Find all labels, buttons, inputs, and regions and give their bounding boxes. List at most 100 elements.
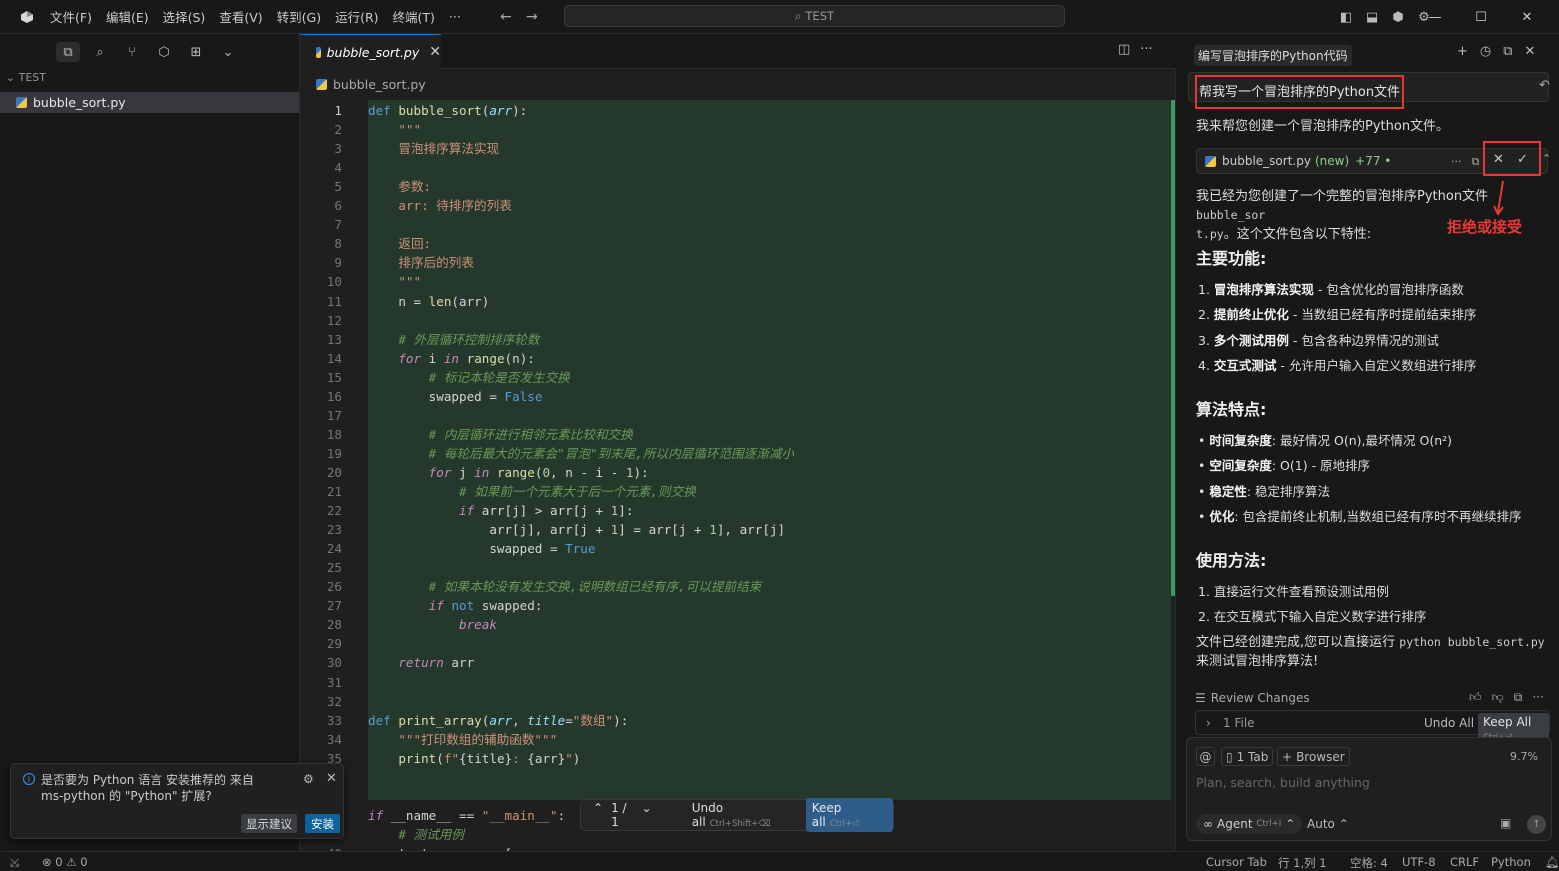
thumbs-up-icon[interactable]: 👍︎: [1469, 690, 1482, 705]
code-line[interactable]: 29: [300, 634, 1176, 653]
chat-input-box[interactable]: @ ▯ 1 Tab + Browser 9.7% Plan, search, bui…: [1186, 737, 1552, 841]
code-line[interactable]: 15 # 标记本轮是否发生交换: [300, 368, 1176, 387]
code-line[interactable]: 8 返回:: [300, 234, 1176, 253]
reject-x-icon[interactable]: ✕: [1493, 152, 1504, 167]
code-line[interactable]: 35 print(f"{title}: {arr}"): [300, 749, 1176, 768]
cursor-position[interactable]: 行 1,列 1: [1278, 855, 1327, 871]
code-line[interactable]: 4: [300, 158, 1176, 177]
menu-view[interactable]: 查看(V): [219, 7, 262, 26]
maximize-icon[interactable]: ☐: [1458, 0, 1504, 34]
context-tab-chip[interactable]: ▯ 1 Tab: [1221, 747, 1274, 766]
thumbs-down-icon[interactable]: 👎︎: [1492, 690, 1504, 705]
extensions-cube-icon[interactable]: ⬡: [152, 42, 176, 62]
more-icon[interactable]: ···: [1532, 690, 1543, 705]
minimize-icon[interactable]: —: [1412, 0, 1458, 34]
code-line[interactable]: 16 swapped = False: [300, 387, 1176, 406]
mention-at-button[interactable]: @: [1196, 747, 1215, 766]
code-line[interactable]: 9 排序后的列表: [300, 253, 1176, 272]
image-attach-icon[interactable]: ▣: [1500, 816, 1511, 830]
explorer-folder-header[interactable]: ⌄ TEST: [6, 72, 46, 84]
encoding[interactable]: UTF-8: [1402, 855, 1436, 869]
search-icon[interactable]: ⌕: [88, 42, 112, 62]
code-line[interactable]: 27 if not swapped:: [300, 596, 1176, 615]
gear-icon[interactable]: ⚙: [303, 772, 314, 786]
code-line[interactable]: 22 if arr[j] > arr[j + 1]:: [300, 501, 1176, 520]
code-line[interactable]: 14 for i in range(n):: [300, 349, 1176, 368]
code-line[interactable]: 28 break: [300, 615, 1176, 634]
remote-icon[interactable]: ⤩: [10, 855, 19, 870]
show-recommendations-button[interactable]: 显示建议: [241, 814, 297, 833]
menu-run[interactable]: 运行(R): [335, 7, 378, 26]
code-line[interactable]: 2 """: [300, 120, 1176, 139]
code-line[interactable]: 18 # 内层循环进行相邻元素比较和交换: [300, 425, 1176, 444]
more-icon[interactable]: ···: [1451, 155, 1462, 169]
code-line[interactable]: 33 def print_array(arr, title="数组"):: [300, 711, 1176, 730]
menu-selection[interactable]: 选择(S): [163, 7, 206, 26]
code-line[interactable]: 25: [300, 558, 1176, 577]
breadcrumb[interactable]: bubble_sort.py: [316, 77, 426, 92]
close-icon[interactable]: ✕: [1525, 44, 1536, 59]
toggle-sidebar-icon[interactable]: ◧: [1333, 4, 1359, 30]
model-selector[interactable]: Auto ⌃: [1307, 817, 1349, 831]
end-of-line[interactable]: CRLF: [1450, 855, 1479, 869]
notifications-bell-icon[interactable]: 🔔︎: [1545, 855, 1559, 869]
code-line[interactable]: 40 test_arrays = [: [300, 844, 1176, 851]
explorer-icon[interactable]: ⧉: [56, 42, 80, 62]
more-actions-icon[interactable]: ···: [1140, 42, 1152, 57]
agent-mode-selector[interactable]: ∞ Agent Ctrl+I ⌃: [1196, 814, 1303, 834]
send-arrow-icon[interactable]: ↑: [1527, 815, 1546, 834]
code-line[interactable]: 30 return arr: [300, 653, 1176, 672]
chevron-up-icon[interactable]: ⌃: [593, 801, 603, 829]
code-line[interactable]: 7: [300, 215, 1176, 234]
code-line[interactable]: 5 参数:: [300, 177, 1176, 196]
history-clock-icon[interactable]: ◷: [1480, 44, 1491, 59]
code-line[interactable]: 19 # 每轮后最大的元素会"冒泡"到末尾,所以内层循环范围逐渐减小: [300, 444, 1176, 463]
code-line[interactable]: 13 # 外层循环控制排序轮数: [300, 330, 1176, 349]
code-line[interactable]: 23 arr[j], arr[j + 1] = arr[j + 1], arr[…: [300, 520, 1176, 539]
expand-chevron-icon[interactable]: ⌃: [1542, 152, 1551, 165]
tab-bubble-sort[interactable]: bubble_sort.py ✕: [300, 34, 441, 69]
code-line[interactable]: 17: [300, 406, 1176, 425]
close-icon[interactable]: ✕: [326, 771, 337, 786]
split-editor-icon[interactable]: ◫: [1118, 42, 1130, 57]
copy-icon[interactable]: ⧉: [1503, 44, 1512, 59]
review-changes-header[interactable]: ☰ Review Changes: [1195, 691, 1310, 705]
code-line[interactable]: 31: [300, 673, 1176, 692]
forward-arrow-icon[interactable]: →: [519, 9, 545, 25]
back-arrow-icon[interactable]: ←: [493, 9, 519, 25]
undo-all-button[interactable]: Undo All: [1424, 716, 1474, 730]
copy-icon[interactable]: ⧉: [1472, 155, 1480, 169]
toggle-agent-icon[interactable]: ⬢: [1385, 4, 1411, 30]
indentation[interactable]: 空格: 4: [1350, 855, 1388, 871]
code-line[interactable]: 11 n = len(arr): [300, 292, 1176, 311]
cursor-tab-status[interactable]: Cursor Tab: [1206, 855, 1267, 869]
code-editor[interactable]: 1 def bubble_sort(arr): 2 """ 3 冒泡排序算法实现 4 5 …: [300, 100, 1176, 851]
restore-checkpoint-icon[interactable]: ↶: [1539, 78, 1550, 93]
code-line[interactable]: 20 for j in range(0, n - i - 1):: [300, 463, 1176, 482]
code-line[interactable]: 26 # 如果本轮没有发生交换,说明数组已经有序,可以提前结束: [300, 577, 1176, 596]
file-tree-item[interactable]: bubble_sort.py: [0, 92, 299, 113]
menu-edit[interactable]: 编辑(E): [106, 7, 149, 26]
code-line[interactable]: 21 # 如果前一个元素大于后一个元素,则交换: [300, 482, 1176, 501]
menu-terminal[interactable]: 终端(T): [393, 7, 435, 26]
close-window-icon[interactable]: ✕: [1504, 0, 1550, 34]
code-line[interactable]: 1 def bubble_sort(arr):: [300, 101, 1176, 120]
code-line[interactable]: 24 swapped = True: [300, 539, 1176, 558]
code-line[interactable]: 12: [300, 311, 1176, 330]
source-control-icon[interactable]: ⑂: [120, 42, 144, 62]
language-mode[interactable]: Python: [1491, 855, 1531, 869]
close-tab-icon[interactable]: ✕: [429, 44, 441, 60]
keep-all-button[interactable]: Keep all Ctrl+⏎: [805, 798, 893, 832]
chevron-down-icon[interactable]: ⌄: [216, 42, 240, 62]
command-search[interactable]: ⌕ TEST: [564, 5, 1065, 27]
menu-go[interactable]: 转到(G): [277, 7, 321, 26]
chat-input-placeholder[interactable]: Plan, search, build anything: [1196, 775, 1370, 790]
install-button[interactable]: 安装: [305, 814, 340, 833]
chat-title[interactable]: 编写冒泡排序的Python代码: [1194, 45, 1352, 66]
code-line[interactable]: 6 arr: 待排序的列表: [300, 196, 1176, 215]
code-line[interactable]: 36: [300, 768, 1176, 787]
toggle-panel-icon[interactable]: ⬓: [1359, 4, 1385, 30]
problems-indicator[interactable]: ⊗ 0 ⚠ 0: [42, 855, 88, 869]
diff-navigation[interactable]: ⌃ 1 / 1 ⌄: [593, 801, 652, 829]
new-chat-plus-icon[interactable]: +: [1457, 44, 1468, 59]
